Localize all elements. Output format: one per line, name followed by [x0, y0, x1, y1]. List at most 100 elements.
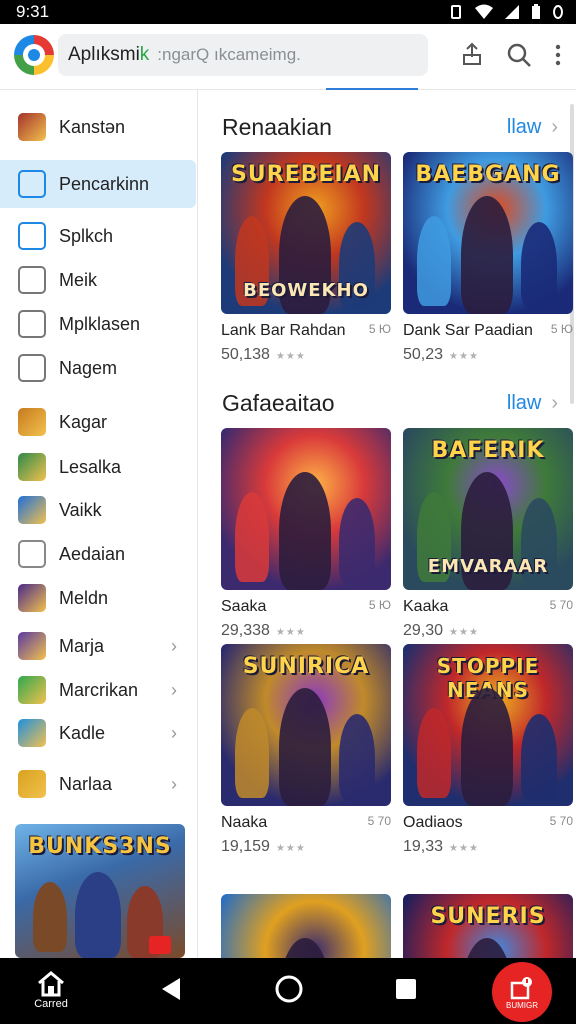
- sidebar-item[interactable]: Pencarkinn: [0, 160, 196, 208]
- sidebar-item[interactable]: Marja ›: [0, 622, 196, 670]
- cover-title: BAEBGANG: [415, 162, 561, 187]
- game-download-count: 29,338: [221, 622, 270, 639]
- sidebar-item[interactable]: Kadle ›: [0, 709, 196, 757]
- sidebar-item[interactable]: Mplklasen: [0, 300, 196, 348]
- chevron-right-icon: ›: [171, 773, 177, 794]
- compass-icon: [18, 496, 46, 524]
- game-card[interactable]: Saaka 5 Ю 29,338 ★★★: [221, 428, 391, 640]
- wifi-icon: [475, 4, 493, 19]
- game-title-row: Oadiaos 5 70: [403, 814, 573, 832]
- share-icon[interactable]: [460, 42, 484, 68]
- sidebar-item[interactable]: Kanstən: [0, 103, 196, 151]
- see-more-link[interactable]: llaw ›: [507, 116, 558, 139]
- cover-title: BAFERIK: [431, 438, 545, 463]
- sidebar-item[interactable]: Marcrikan ›: [0, 666, 196, 714]
- sidebar-item[interactable]: Vaikk: [0, 486, 196, 534]
- game-card[interactable]: [221, 894, 391, 958]
- sidebar-item-label: Narlaa: [59, 773, 113, 794]
- back-icon[interactable]: [160, 976, 182, 1002]
- appbar-actions: [460, 42, 562, 68]
- game-stats-row: 19,159 ★★★: [221, 838, 391, 856]
- cover-figure: [339, 498, 375, 584]
- see-more-label: llaw: [506, 392, 542, 414]
- grid-icon: [18, 354, 46, 382]
- game-card[interactable]: STOPPIE NEANS Oadiaos 5 70 19,33 ★★★: [403, 644, 573, 856]
- sidebar-item[interactable]: Narlaa ›: [0, 760, 196, 808]
- game-stats-row: 19,33 ★★★: [403, 838, 573, 856]
- nav-home-label: Carred: [34, 998, 68, 1010]
- refresh-icon: [18, 676, 46, 704]
- sidebar-item-label: Lesalka: [59, 456, 122, 477]
- sidebar-banner-image[interactable]: BUNKS3NS: [15, 824, 185, 958]
- rating-stars-icon: ★★★: [275, 627, 306, 638]
- sidebar-item-label: Marja: [59, 635, 105, 656]
- fab-label: BUMIGR: [506, 1000, 538, 1010]
- game-face-icon: [18, 408, 46, 436]
- chevron-right-icon: ›: [171, 722, 177, 743]
- home-circle-icon[interactable]: [274, 974, 304, 1004]
- game-meta: 5 70: [549, 814, 573, 828]
- game-cover-image: SUNERIS: [403, 894, 573, 958]
- game-download-count: 29,30: [403, 622, 444, 639]
- app-logo-icon[interactable]: [14, 35, 54, 75]
- search-placeholder: :ngarQ ıkcameimg.: [157, 45, 301, 64]
- game-download-count: 19,33: [403, 838, 444, 855]
- game-title-row: Saaka 5 Ю: [221, 598, 391, 616]
- sidebar-item[interactable]: Aedaian: [0, 530, 196, 578]
- recents-icon[interactable]: [395, 978, 417, 1000]
- sidebar: Kanstən Pencarkinn Splkch Meik Mplklasen Nage…: [0, 90, 198, 958]
- sidebar-item-label: Meldn: [59, 587, 109, 608]
- game-card[interactable]: BAFERIK EMVARAAR Kaaka 5 70 29,30 ★★★: [403, 428, 573, 640]
- game-cover-image: SUREBEIAN BEOWEKHO: [221, 152, 391, 314]
- game-card[interactable]: SUNIRICA Naaka 5 70 19,159 ★★★: [221, 644, 391, 856]
- signal-icon: [505, 5, 519, 19]
- shield-icon: [18, 770, 46, 798]
- cover-figure: [417, 216, 451, 306]
- sidebar-item-label: Kagar: [59, 411, 108, 432]
- chevron-right-icon: ›: [171, 635, 177, 656]
- app-bar: Aplıksmi k :ngarQ ıkcameimg.: [0, 24, 576, 91]
- search-icon[interactable]: [506, 42, 532, 68]
- navigation-bar: Carred BUMIGR: [0, 958, 576, 1024]
- edit-icon: [18, 170, 46, 198]
- game-meta: 5 Ю: [550, 322, 573, 336]
- cover-figure: [461, 688, 513, 806]
- sidebar-item[interactable]: Kagar: [0, 398, 196, 446]
- see-more-link[interactable]: llaw ›: [507, 392, 558, 415]
- banner-figure: [33, 882, 67, 952]
- cover-figure: [235, 492, 269, 582]
- game-download-count: 19,159: [221, 838, 270, 855]
- game-title-row: Kaaka 5 70: [403, 598, 573, 616]
- sword-icon: [18, 584, 46, 612]
- vibrate-icon: [451, 5, 461, 19]
- game-title-row: Naaka 5 70: [221, 814, 391, 832]
- game-card[interactable]: BAEBGANG Dank Sar Paadian 5 Ю 50,23 ★★★: [403, 152, 573, 364]
- nav-home-button[interactable]: Carred: [28, 970, 74, 1010]
- hexagon-icon: [18, 540, 46, 568]
- game-card[interactable]: SUNERIS: [403, 894, 573, 958]
- game-download-count: 50,138: [221, 346, 270, 363]
- cover-figure: [521, 222, 557, 308]
- sidebar-item[interactable]: Lesalka: [0, 443, 196, 491]
- sidebar-item[interactable]: Meldn: [0, 574, 196, 622]
- sidebar-item-label: Splkch: [59, 225, 114, 246]
- see-more-label: llaw: [506, 116, 542, 138]
- sidebar-item[interactable]: Meik: [0, 256, 196, 304]
- cover-subtitle: EMVARAAR: [427, 556, 549, 577]
- fab-button[interactable]: BUMIGR: [492, 962, 552, 1022]
- chevron-right-icon: ›: [551, 116, 558, 138]
- search-input[interactable]: Aplıksmi k :ngarQ ıkcameimg.: [58, 34, 428, 76]
- sidebar-item-label: Kadle: [59, 722, 106, 743]
- sidebar-item-label: Marcrikan: [59, 679, 139, 700]
- game-card[interactable]: SUREBEIAN BEOWEKHO Lank Bar Rahdan 5 Ю 50,13…: [221, 152, 391, 364]
- main-content: Renaakian llaw › SUREBEIAN BEOWEKHO Lank Bar …: [208, 90, 576, 958]
- status-time: 9:31: [16, 2, 50, 21]
- game-title: Saaka: [221, 598, 267, 615]
- sidebar-item[interactable]: Nagem: [0, 344, 196, 392]
- fab-icon: [510, 976, 532, 999]
- sidebar-item[interactable]: Splkch: [0, 212, 196, 260]
- game-cover-image: STOPPIE NEANS: [403, 644, 573, 806]
- game-title-row: Lank Bar Rahdan 5 Ю: [221, 322, 391, 340]
- more-vert-icon[interactable]: [554, 43, 562, 67]
- banner-badge: [149, 936, 171, 954]
